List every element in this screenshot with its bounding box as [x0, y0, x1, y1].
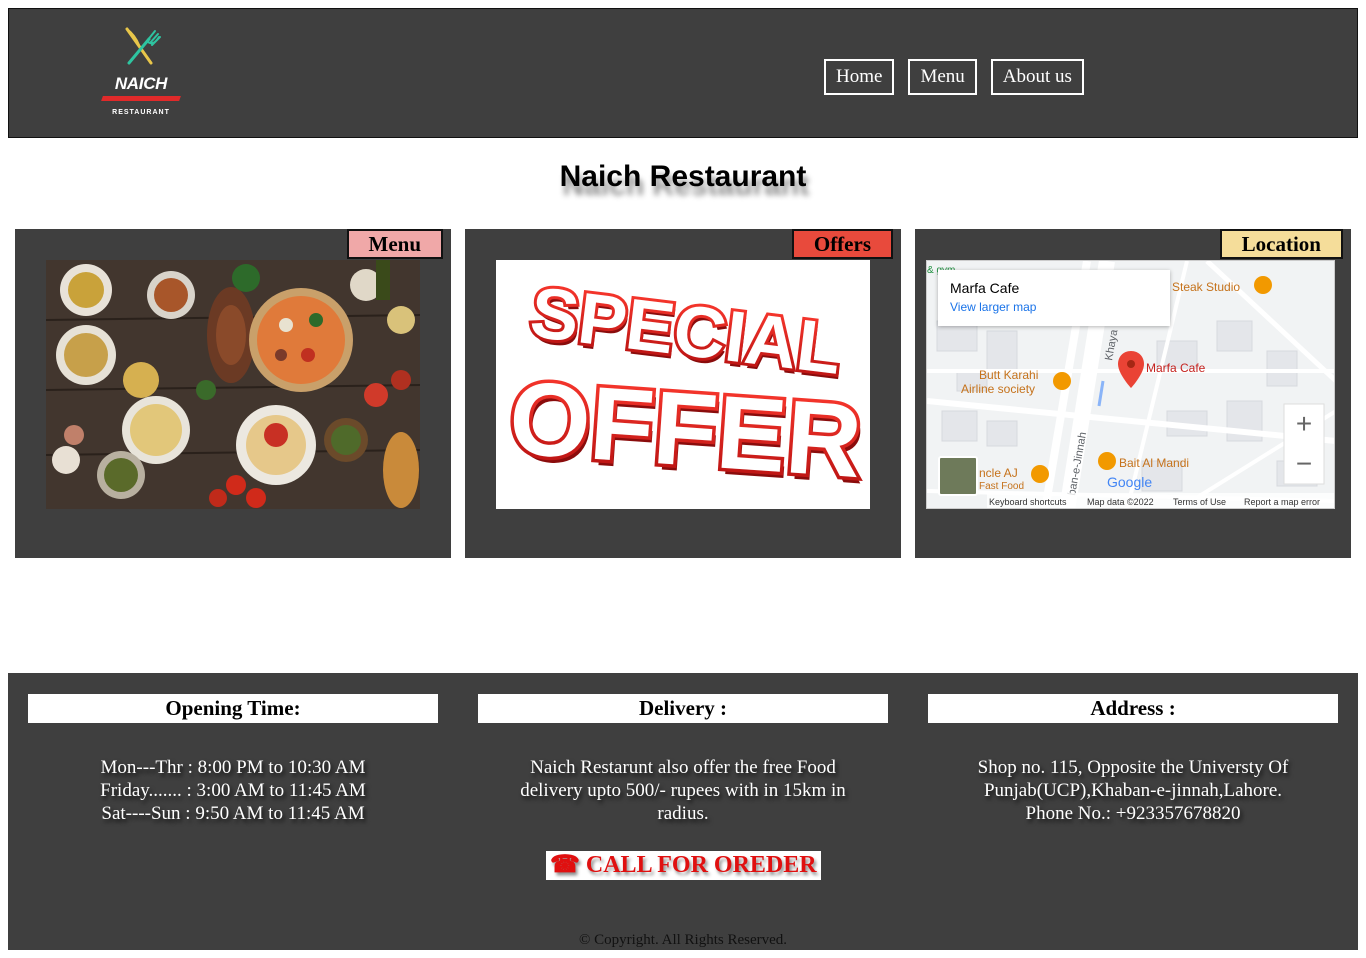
- view-larger-map-link[interactable]: View larger map: [950, 300, 1158, 314]
- satellite-toggle[interactable]: [938, 456, 978, 496]
- map-label-fast: Fast Food: [979, 481, 1024, 492]
- nav-home-button[interactable]: Home: [824, 59, 895, 95]
- special-offer-graphic: SPECIAL SPECIAL OFFER OFFER: [502, 269, 869, 506]
- delivery-section: Delivery : Naich Restarunt also offer th…: [478, 694, 888, 825]
- delivery-line: Naich Restarunt also offer the free Food: [530, 757, 836, 778]
- map-label-steak: Steak Studio: [1172, 280, 1240, 294]
- nav-menu-button[interactable]: Menu: [908, 59, 977, 95]
- zoom-in-button: +: [1296, 408, 1312, 439]
- delivery-heading: Delivery :: [478, 694, 888, 723]
- copyright-text: © Copyright. All Rights Reserved.: [578, 932, 788, 948]
- nav-about-button[interactable]: About us: [990, 59, 1084, 95]
- map-label-airline: Airline society: [961, 382, 1035, 396]
- restaurant-logo[interactable]: NAICH RESTAURANT: [101, 23, 181, 127]
- map-label-uncle: ncle AJ: [979, 466, 1018, 480]
- delivery-line: radius.: [657, 803, 709, 824]
- opening-line: Mon---Thr : 8:00 PM to 10:30 AM: [100, 757, 366, 778]
- opening-time-body: Mon---Thr : 8:00 PM to 10:30 AM Friday..…: [28, 756, 438, 825]
- map-terms-link: Terms of Use: [1173, 497, 1226, 507]
- page-title: Naich Restaurant: [559, 160, 807, 193]
- embedded-map[interactable]: Steak Studio Marfa Cafe Butt Karahi Airl…: [926, 260, 1335, 509]
- map-label-butt: Butt Karahi: [979, 368, 1038, 382]
- zoom-out-button: −: [1296, 448, 1312, 479]
- delivery-line: delivery upto 500/- rupees with in 15km …: [520, 780, 846, 801]
- map-label-bait: Bait Al Mandi: [1119, 456, 1189, 470]
- opening-line: Friday....... : 3:00 AM to 11:45 AM: [100, 780, 366, 801]
- offers-card[interactable]: Offers SPECIAL SPECIAL OFFER OFFER: [465, 229, 901, 558]
- site-footer: Opening Time: Mon---Thr : 8:00 PM to 10:…: [8, 673, 1358, 950]
- address-section: Address : Shop no. 115, Opposite the Uni…: [928, 694, 1338, 825]
- opening-line: Sat----Sun : 9:50 AM to 11:45 AM: [101, 803, 365, 824]
- fork-knife-icon: [125, 27, 161, 65]
- address-line: Shop no. 115, Opposite the Universty Of: [977, 757, 1289, 778]
- map-place-name: Marfa Cafe: [950, 280, 1020, 296]
- main-nav: Home Menu About us: [824, 59, 1084, 95]
- google-brand: Google: [1107, 474, 1152, 490]
- special-offer-image[interactable]: SPECIAL SPECIAL OFFER OFFER: [496, 260, 870, 509]
- logo-subtitle: RESTAURANT: [112, 109, 170, 116]
- address-line: Phone No.: +923357678820: [1025, 803, 1241, 824]
- food-spread-illustration: [46, 260, 420, 509]
- address-line: Punjab(UCP),Khaban-e-jinnah,Lahore.: [983, 780, 1283, 801]
- opening-time-section: Opening Time: Mon---Thr : 8:00 PM to 10:…: [28, 694, 438, 825]
- location-card[interactable]: Location Steak Studio Marfa Cafe Butt Ka…: [915, 229, 1351, 558]
- menu-food-image[interactable]: [46, 260, 420, 509]
- location-card-tag: Location: [1219, 229, 1343, 259]
- map-info-card: Marfa Cafe View larger map: [938, 270, 1170, 326]
- call-for-order-button[interactable]: ☎ CALL FOR OREDER: [546, 851, 821, 880]
- delivery-body: Naich Restarunt also offer the free Food…: [478, 756, 888, 825]
- map-keyboard-shortcuts: Keyboard shortcuts: [989, 497, 1067, 507]
- menu-card-tag: Menu: [346, 229, 443, 259]
- opening-time-heading: Opening Time:: [28, 694, 438, 723]
- address-heading: Address :: [928, 694, 1338, 723]
- map-label-marker: Marfa Cafe: [1146, 361, 1206, 375]
- logo-underline: [101, 96, 181, 101]
- offer-line2-face: OFFER: [506, 360, 866, 500]
- offers-card-tag: Offers: [791, 229, 893, 259]
- map-data-credit: Map data ©2022: [1087, 497, 1154, 507]
- map-report-link: Report a map error: [1244, 497, 1320, 507]
- menu-card[interactable]: Menu: [15, 229, 451, 558]
- logo-title: NAICH: [114, 74, 168, 93]
- site-header: NAICH RESTAURANT Home Menu About us: [8, 8, 1358, 138]
- address-body: Shop no. 115, Opposite the Universty Of …: [928, 756, 1338, 825]
